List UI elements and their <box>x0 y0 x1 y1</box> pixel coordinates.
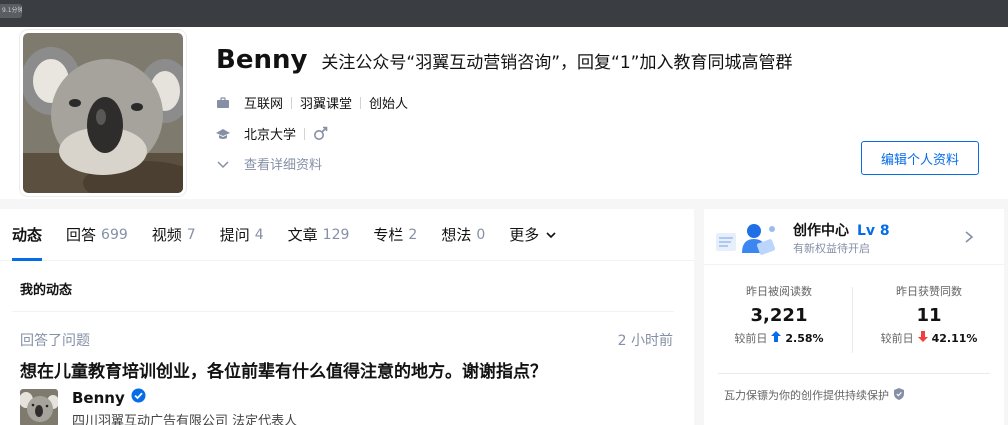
tab-label: 回答 <box>66 226 97 244</box>
divider <box>718 373 990 374</box>
education-row: 北京大学 <box>216 124 328 143</box>
tab-count: 7 <box>186 226 196 243</box>
tab-label: 动态 <box>12 226 43 244</box>
tab-label: 文章 <box>287 226 318 244</box>
stat-compare-label: 较前日 <box>734 332 768 345</box>
author-avatar[interactable] <box>20 389 58 425</box>
tab-label: 想法 <box>441 226 472 244</box>
name-row: Benny 关注公众号“羽翼互动营销咨询”，回复“1”加入教育同城高管群 <box>216 45 792 77</box>
stat-change-value: 2.58% <box>785 331 824 345</box>
creation-center-title-row: 创作中心 Lv 8 <box>793 220 890 240</box>
divider <box>852 287 853 353</box>
tab-label: 提问 <box>219 226 250 244</box>
tab-columns[interactable]: 专栏 2 <box>373 209 417 261</box>
tab-articles[interactable]: 文章 129 <box>288 209 350 261</box>
profile-header: Benny 关注公众号“羽翼互动营销咨询”，回复“1”加入教育同城高管群 互联网… <box>0 27 1008 199</box>
stat-label: 昨日获赞同数 <box>896 285 962 298</box>
stat-label: 昨日被阅读数 <box>746 285 812 298</box>
view-details-link[interactable]: 查看详细资料 <box>216 154 322 173</box>
creation-center-subtitle: 有新权益待开启 <box>793 242 870 255</box>
profile-avatar[interactable] <box>20 30 186 196</box>
view-details-label: 查看详细资料 <box>244 158 323 173</box>
creation-center-entry[interactable]: 创作中心 Lv 8 有新权益待开启 <box>704 209 1004 265</box>
stat-change-value: 42.11% <box>931 331 978 345</box>
tab-count: 4 <box>254 226 264 243</box>
tab-count: 129 <box>322 226 350 243</box>
graduation-cap-icon <box>216 127 230 141</box>
tab-label: 视频 <box>151 226 182 244</box>
separator <box>291 96 293 109</box>
stat-value: 3,221 <box>750 305 808 326</box>
browser-top-bar: 9.1分钟 <box>0 0 1008 27</box>
stat-change: 较前日 42.11% <box>854 330 1004 346</box>
tab-activity[interactable]: 动态 <box>12 209 43 261</box>
profile-tabs: 动态 回答 699 视频 7 提问 4 文章 129 专栏 2 想法 0 更多 <box>0 209 694 261</box>
author-name[interactable]: Benny <box>72 389 125 407</box>
koala-avatar-image <box>20 389 58 425</box>
stat-likes[interactable]: 昨日获赞同数 11 较前日 42.11% <box>854 283 1004 346</box>
creation-center-card: 创作中心 Lv 8 有新权益待开启 昨日被阅读数 3,221 较前日 2.58% … <box>704 209 1004 425</box>
tab-thoughts[interactable]: 想法 0 <box>441 209 485 261</box>
tab-questions[interactable]: 提问 4 <box>220 209 264 261</box>
employment-company: 羽翼课堂 <box>300 97 353 112</box>
author-name-row: Benny <box>72 388 146 407</box>
main-content-card: 动态 回答 699 视频 7 提问 4 文章 129 专栏 2 想法 0 更多 <box>0 209 694 425</box>
employment-position: 创始人 <box>369 97 409 112</box>
tab-label: 专栏 <box>373 226 404 244</box>
edit-profile-button[interactable]: 编辑个人资料 <box>861 141 979 175</box>
protection-note-text: 瓦力保镖为你的创作提供持续保护 <box>724 389 889 402</box>
koala-avatar-image <box>23 33 183 193</box>
feed-timestamp: 2 小时前 <box>617 333 673 349</box>
briefcase-icon <box>216 96 230 110</box>
tab-answers[interactable]: 回答 699 <box>66 209 128 261</box>
employment-industry: 互联网 <box>244 97 284 112</box>
creation-illustration-icon <box>714 219 778 259</box>
education-school: 北京大学 <box>244 128 297 143</box>
separator <box>304 127 306 140</box>
tab-count: 2 <box>408 226 418 243</box>
male-gender-icon <box>313 126 328 141</box>
arrow-down-icon <box>917 331 928 345</box>
tab-more[interactable]: 更多 <box>509 209 557 261</box>
my-activity-title: 我的动态 <box>20 283 73 298</box>
arrow-up-icon <box>771 331 782 345</box>
tab-videos[interactable]: 视频 7 <box>152 209 196 261</box>
stat-reads[interactable]: 昨日被阅读数 3,221 较前日 2.58% <box>704 283 854 346</box>
verified-badge-icon <box>131 388 146 407</box>
user-name: Benny <box>216 45 308 75</box>
stat-change: 较前日 2.58% <box>704 330 854 346</box>
creator-stats: 昨日被阅读数 3,221 较前日 2.58% 昨日获赞同数 11 较前日 42.… <box>704 283 1004 358</box>
shield-icon <box>894 387 904 403</box>
stat-compare-label: 较前日 <box>880 332 914 345</box>
separator <box>360 96 362 109</box>
creation-center-title: 创作中心 <box>793 223 849 239</box>
creator-level: Lv 8 <box>857 223 890 239</box>
tab-count: 0 <box>476 226 486 243</box>
feed-action-label: 回答了问题 <box>20 333 90 349</box>
protection-note[interactable]: 瓦力保镖为你的创作提供持续保护 <box>724 387 904 403</box>
chevron-right-icon <box>964 229 974 248</box>
divider <box>12 311 674 312</box>
author-description: 四川羽翼互动广告有限公司 法定代表人 <box>72 414 298 425</box>
stat-value: 11 <box>916 305 942 326</box>
reading-time-pill: 9.1分钟 <box>0 4 22 18</box>
chevron-down-icon <box>545 229 557 241</box>
employment-row: 互联网 羽翼课堂 创始人 <box>216 93 408 112</box>
tab-label: 更多 <box>509 226 540 244</box>
question-title-link[interactable]: 想在儿童教育培训创业，各位前辈有什么值得注意的地方。谢谢指点？ <box>20 357 547 382</box>
user-headline: 关注公众号“羽翼互动营销咨询”，回复“1”加入教育同城高管群 <box>321 53 793 73</box>
tab-count: 699 <box>101 226 128 243</box>
chevron-down-icon <box>216 157 230 171</box>
